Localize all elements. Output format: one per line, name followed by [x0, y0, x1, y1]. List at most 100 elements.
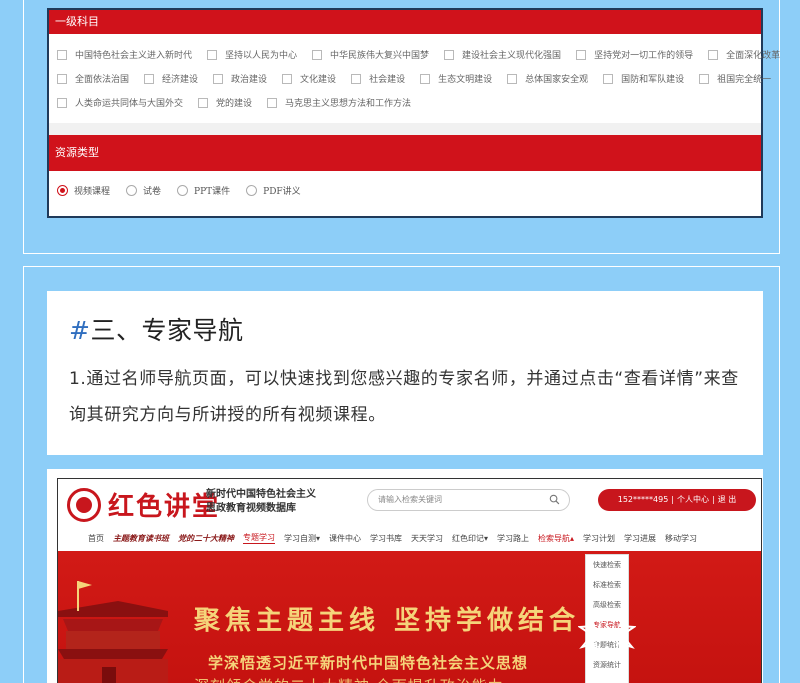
checkbox-box[interactable] [144, 73, 155, 84]
hash-mark: # [69, 316, 91, 345]
hero-banner: 聚焦主题主线 坚持学做结合 学深悟透习近平新时代中国特色社会主义思想 深刻领会党… [58, 551, 761, 683]
radio-label: 试卷 [143, 187, 162, 197]
nav-item[interactable]: 检索导航▴ [538, 533, 574, 544]
checkbox-box[interactable] [576, 49, 587, 60]
radio-circle[interactable] [246, 185, 258, 196]
checkbox-label: 马克思主义思想方法和工作方法 [285, 99, 412, 109]
checkbox-box[interactable] [708, 49, 719, 60]
user-center-link[interactable]: 个人中心 [677, 495, 709, 504]
nav-item[interactable]: 学习进展 [624, 533, 656, 544]
tiananmen-gate-icon [58, 581, 168, 683]
subject-checkbox[interactable]: 经济建设 [144, 72, 198, 85]
checkbox-box[interactable] [507, 73, 518, 84]
resource-radio[interactable]: 视频课程 [57, 184, 110, 197]
search-placeholder: 请输入检索关键词 [378, 495, 442, 504]
resource-radio[interactable]: 试卷 [126, 184, 161, 197]
radio-label: 视频课程 [74, 187, 111, 197]
user-bar: 152*****495 | 个人中心 | 退 出 [598, 489, 756, 511]
section-description: 1.通过名师导航页面，可以快速找到您感兴趣的专家名师，并通过点击“查看详情”来查… [69, 369, 739, 425]
nav-item[interactable]: 党的二十大精神 [178, 533, 234, 544]
logo-subtitle-line2: 思政教育视频数据库 [206, 503, 296, 514]
subject-checkbox[interactable]: 马克思主义思想方法和工作方法 [267, 96, 411, 109]
checkbox-label: 建设社会主义现代化强国 [462, 51, 562, 61]
banner-title: 聚焦主题主线 坚持学做结合 [194, 606, 581, 636]
subject-checkbox[interactable]: 全面依法治国 [57, 72, 129, 85]
nav-item[interactable]: 天天学习 [411, 533, 443, 544]
subject-checkbox[interactable]: 坚持党对一切工作的领导 [576, 48, 693, 61]
search-input[interactable]: 请输入检索关键词 [367, 489, 570, 511]
checkbox-box[interactable] [267, 97, 278, 108]
checkbox-label: 人类命运共同体与大国外交 [75, 99, 184, 109]
checkbox-box[interactable] [603, 73, 614, 84]
subject-row-1: 中国特色社会主义进入新时代 坚持以人民为中心 中华民族伟大复兴中国梦 建设社会主义现代… [57, 48, 795, 61]
nav-item[interactable]: 学习书库 [370, 533, 402, 544]
subject-checkbox[interactable]: 国防和军队建设 [603, 72, 684, 85]
subject-row-3: 人类命运共同体与大国外交 党的建设 马克思主义思想方法和工作方法 [57, 96, 426, 109]
nav-item[interactable]: 学习自测▾ [284, 533, 320, 544]
banner-subtitle-2: 深刻领会党的二十大精神 全面提升政治能力 [194, 675, 504, 683]
nav-item[interactable]: 首页 [88, 533, 104, 544]
checkbox-label: 中华民族伟大复兴中国梦 [330, 51, 430, 61]
nav-item[interactable]: 学习计划 [583, 533, 615, 544]
subject-checkbox[interactable]: 人类命运共同体与大国外交 [57, 96, 183, 109]
website-screenshot: 红色讲堂 新时代中国特色社会主义 思政教育视频数据库 请输入检索关键词 152*… [47, 469, 763, 683]
checkbox-box[interactable] [57, 73, 67, 84]
section-title: 三、专家导航 [90, 316, 244, 345]
subject-checkbox[interactable]: 中国特色社会主义进入新时代 [57, 48, 192, 61]
radio-label: PDF讲义 [263, 187, 301, 197]
search-icon[interactable] [549, 494, 560, 505]
nav-item[interactable]: 专题学习 [243, 532, 275, 544]
checkbox-box[interactable] [312, 49, 323, 60]
checkbox-label: 社会建设 [369, 75, 406, 85]
main-nav: 首页 主题教育读书班 党的二十大精神 专题学习 学习自测▾ 课件中心 学习书库 天天学习 红色印… [58, 525, 761, 551]
checkbox-box[interactable] [351, 73, 362, 84]
checkbox-box[interactable] [420, 73, 431, 84]
nav-item[interactable]: 课件中心 [329, 533, 361, 544]
radio-circle[interactable] [57, 185, 68, 196]
checkbox-box[interactable] [282, 73, 293, 84]
resource-radio[interactable]: PDF讲义 [246, 184, 301, 197]
website-frame: 红色讲堂 新时代中国特色社会主义 思政教育视频数据库 请输入检索关键词 152*… [57, 478, 762, 683]
subject-checkbox[interactable]: 文化建设 [282, 72, 336, 85]
checkbox-box[interactable] [444, 49, 455, 60]
banner-subtitle: 学深悟透习近平新时代中国特色社会主义思想 [208, 654, 529, 672]
section-card: #三、专家导航 1.通过名师导航页面，可以快速找到您感兴趣的专家名师，并通过点击… [47, 291, 763, 455]
user-phone[interactable]: 152*****495 [618, 495, 669, 504]
checkbox-box[interactable] [198, 97, 209, 108]
subject-checkbox[interactable]: 中华民族伟大复兴中国梦 [312, 48, 429, 61]
resource-radio[interactable]: PPT课件 [177, 184, 230, 197]
checkbox-label: 生态文明建设 [438, 75, 493, 85]
subject-checkbox[interactable]: 祖国完全统一 [699, 72, 771, 85]
logo-subtitle: 新时代中国特色社会主义 思政教育视频数据库 [206, 488, 336, 516]
subject-checkbox[interactable]: 党的建设 [198, 96, 252, 109]
separator-strip [49, 123, 761, 135]
subject-checkbox[interactable]: 总体国家安全观 [507, 72, 588, 85]
subject-checkbox[interactable]: 生态文明建设 [420, 72, 492, 85]
resource-section-header: 资源类型 [49, 135, 761, 171]
checkbox-box[interactable] [213, 73, 224, 84]
logout-link[interactable]: 退 出 [718, 495, 737, 504]
logo-title[interactable]: 红色讲堂 [108, 486, 220, 523]
checkbox-box[interactable] [57, 97, 67, 108]
nav-item[interactable]: 移动学习 [665, 533, 697, 544]
subject-checkbox[interactable]: 坚持以人民为中心 [207, 48, 297, 61]
radio-circle[interactable] [126, 185, 138, 196]
nav-item[interactable]: 主题教育读书班 [113, 533, 169, 544]
subject-checkbox[interactable]: 社会建设 [351, 72, 405, 85]
subject-checkbox[interactable]: 全面深化改革 [708, 48, 780, 61]
subject-checkbox[interactable]: 建设社会主义现代化强国 [444, 48, 561, 61]
dropdown-item[interactable]: 标准检索 [586, 575, 628, 595]
radio-circle[interactable] [177, 185, 189, 196]
checkbox-box[interactable] [57, 49, 67, 60]
subject-checkbox[interactable]: 政治建设 [213, 72, 267, 85]
checkbox-label: 经济建设 [162, 75, 199, 85]
checkbox-label: 全面依法治国 [75, 75, 130, 85]
checkbox-label: 祖国完全统一 [717, 75, 772, 85]
checkbox-box[interactable] [699, 73, 710, 84]
dropdown-item[interactable]: 快速检索 [586, 555, 628, 575]
checkbox-box[interactable] [207, 49, 218, 60]
nav-item[interactable]: 学习路上 [497, 533, 529, 544]
nav-item[interactable]: 红色印记▾ [452, 533, 488, 544]
checkbox-label: 中国特色社会主义进入新时代 [75, 51, 193, 61]
checkbox-label: 总体国家安全观 [525, 75, 589, 85]
